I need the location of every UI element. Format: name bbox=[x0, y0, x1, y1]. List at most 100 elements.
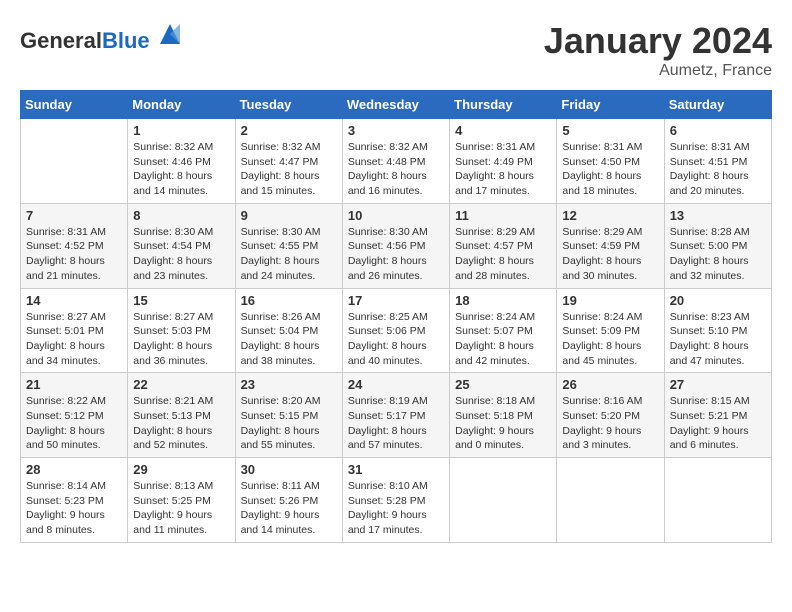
column-header-wednesday: Wednesday bbox=[342, 91, 449, 119]
day-info: Sunrise: 8:32 AMSunset: 4:46 PMDaylight:… bbox=[133, 140, 229, 199]
calendar-cell: 23Sunrise: 8:20 AMSunset: 5:15 PMDayligh… bbox=[235, 373, 342, 458]
calendar-cell: 4 Sunrise: 8:31 AMSunset: 4:49 PMDaylight… bbox=[450, 119, 557, 204]
calendar-cell: 7 Sunrise: 8:31 AMSunset: 4:52 PMDaylight… bbox=[21, 203, 128, 288]
day-number: 18 bbox=[455, 293, 551, 308]
calendar-cell: 11Sunrise: 8:29 AMSunset: 4:57 PMDayligh… bbox=[450, 203, 557, 288]
day-number: 19 bbox=[562, 293, 658, 308]
day-info: Sunrise: 8:13 AMSunset: 5:25 PMDaylight:… bbox=[133, 479, 229, 538]
calendar-table: SundayMondayTuesdayWednesdayThursdayFrid… bbox=[20, 90, 772, 543]
day-number: 17 bbox=[348, 293, 444, 308]
day-info: Sunrise: 8:27 AMSunset: 5:01 PMDaylight:… bbox=[26, 310, 122, 369]
calendar-cell bbox=[664, 458, 771, 543]
day-info: Sunrise: 8:30 AMSunset: 4:56 PMDaylight:… bbox=[348, 225, 444, 284]
location-title: Aumetz, France bbox=[544, 62, 772, 80]
day-number: 25 bbox=[455, 377, 551, 392]
calendar-cell: 30 Sunrise: 8:11 AMSunset: 5:26 PMDayligh… bbox=[235, 458, 342, 543]
day-number: 12 bbox=[562, 208, 658, 223]
day-number: 3 bbox=[348, 123, 444, 138]
calendar-cell: 2Sunrise: 8:32 AMSunset: 4:47 PMDaylight… bbox=[235, 119, 342, 204]
day-number: 21 bbox=[26, 377, 122, 392]
day-number: 4 bbox=[455, 123, 551, 138]
calendar-cell: 9 Sunrise: 8:30 AMSunset: 4:55 PMDaylight… bbox=[235, 203, 342, 288]
column-header-thursday: Thursday bbox=[450, 91, 557, 119]
calendar-cell: 10 Sunrise: 8:30 AMSunset: 4:56 PMDayligh… bbox=[342, 203, 449, 288]
day-info: Sunrise: 8:25 AMSunset: 5:06 PMDaylight:… bbox=[348, 310, 444, 369]
day-number: 7 bbox=[26, 208, 122, 223]
day-number: 26 bbox=[562, 377, 658, 392]
day-number: 30 bbox=[241, 462, 337, 477]
day-info: Sunrise: 8:21 AMSunset: 5:13 PMDaylight:… bbox=[133, 394, 229, 453]
day-info: Sunrise: 8:10 AMSunset: 5:28 PMDaylight:… bbox=[348, 479, 444, 538]
day-info: Sunrise: 8:30 AMSunset: 4:54 PMDaylight:… bbox=[133, 225, 229, 284]
calendar-cell: 18 Sunrise: 8:24 AMSunset: 5:07 PMDayligh… bbox=[450, 288, 557, 373]
day-info: Sunrise: 8:16 AMSunset: 5:20 PMDaylight:… bbox=[562, 394, 658, 453]
day-number: 16 bbox=[241, 293, 337, 308]
calendar-cell bbox=[450, 458, 557, 543]
calendar-cell: 6 Sunrise: 8:31 AMSunset: 4:51 PMDaylight… bbox=[664, 119, 771, 204]
column-header-monday: Monday bbox=[128, 91, 235, 119]
week-row-5: 28 Sunrise: 8:14 AMSunset: 5:23 PMDayligh… bbox=[21, 458, 772, 543]
logo-icon bbox=[156, 20, 184, 48]
day-info: Sunrise: 8:14 AMSunset: 5:23 PMDaylight:… bbox=[26, 479, 122, 538]
logo-text: GeneralBlue bbox=[20, 20, 184, 54]
day-info: Sunrise: 8:31 AMSunset: 4:52 PMDaylight:… bbox=[26, 225, 122, 284]
day-info: Sunrise: 8:31 AMSunset: 4:51 PMDaylight:… bbox=[670, 140, 766, 199]
calendar-cell: 24Sunrise: 8:19 AMSunset: 5:17 PMDayligh… bbox=[342, 373, 449, 458]
day-info: Sunrise: 8:24 AMSunset: 5:07 PMDaylight:… bbox=[455, 310, 551, 369]
day-info: Sunrise: 8:26 AMSunset: 5:04 PMDaylight:… bbox=[241, 310, 337, 369]
day-number: 14 bbox=[26, 293, 122, 308]
calendar-cell: 12Sunrise: 8:29 AMSunset: 4:59 PMDayligh… bbox=[557, 203, 664, 288]
calendar-cell: 8 Sunrise: 8:30 AMSunset: 4:54 PMDaylight… bbox=[128, 203, 235, 288]
day-number: 9 bbox=[241, 208, 337, 223]
day-info: Sunrise: 8:23 AMSunset: 5:10 PMDaylight:… bbox=[670, 310, 766, 369]
day-number: 23 bbox=[241, 377, 337, 392]
day-info: Sunrise: 8:32 AMSunset: 4:48 PMDaylight:… bbox=[348, 140, 444, 199]
day-number: 29 bbox=[133, 462, 229, 477]
calendar-cell: 26 Sunrise: 8:16 AMSunset: 5:20 PMDayligh… bbox=[557, 373, 664, 458]
day-number: 1 bbox=[133, 123, 229, 138]
day-info: Sunrise: 8:30 AMSunset: 4:55 PMDaylight:… bbox=[241, 225, 337, 284]
week-row-1: 1 Sunrise: 8:32 AMSunset: 4:46 PMDaylight… bbox=[21, 119, 772, 204]
day-number: 2 bbox=[241, 123, 337, 138]
calendar-cell: 15 Sunrise: 8:27 AMSunset: 5:03 PMDayligh… bbox=[128, 288, 235, 373]
day-info: Sunrise: 8:11 AMSunset: 5:26 PMDaylight:… bbox=[241, 479, 337, 538]
calendar-cell: 13 Sunrise: 8:28 AMSunset: 5:00 PMDayligh… bbox=[664, 203, 771, 288]
day-info: Sunrise: 8:19 AMSunset: 5:17 PMDaylight:… bbox=[348, 394, 444, 453]
calendar-cell: 17 Sunrise: 8:25 AMSunset: 5:06 PMDayligh… bbox=[342, 288, 449, 373]
day-info: Sunrise: 8:28 AMSunset: 5:00 PMDaylight:… bbox=[670, 225, 766, 284]
day-number: 8 bbox=[133, 208, 229, 223]
calendar-cell: 25 Sunrise: 8:18 AMSunset: 5:18 PMDayligh… bbox=[450, 373, 557, 458]
header-row: SundayMondayTuesdayWednesdayThursdayFrid… bbox=[21, 91, 772, 119]
calendar-cell: 3 Sunrise: 8:32 AMSunset: 4:48 PMDaylight… bbox=[342, 119, 449, 204]
calendar-cell: 27Sunrise: 8:15 AMSunset: 5:21 PMDayligh… bbox=[664, 373, 771, 458]
day-number: 6 bbox=[670, 123, 766, 138]
day-info: Sunrise: 8:27 AMSunset: 5:03 PMDaylight:… bbox=[133, 310, 229, 369]
calendar-cell bbox=[21, 119, 128, 204]
calendar-cell: 5Sunrise: 8:31 AMSunset: 4:50 PMDaylight… bbox=[557, 119, 664, 204]
day-number: 5 bbox=[562, 123, 658, 138]
calendar-cell: 14 Sunrise: 8:27 AMSunset: 5:01 PMDayligh… bbox=[21, 288, 128, 373]
week-row-3: 14 Sunrise: 8:27 AMSunset: 5:01 PMDayligh… bbox=[21, 288, 772, 373]
calendar-cell: 21Sunrise: 8:22 AMSunset: 5:12 PMDayligh… bbox=[21, 373, 128, 458]
day-info: Sunrise: 8:15 AMSunset: 5:21 PMDaylight:… bbox=[670, 394, 766, 453]
day-info: Sunrise: 8:24 AMSunset: 5:09 PMDaylight:… bbox=[562, 310, 658, 369]
calendar-cell: 20Sunrise: 8:23 AMSunset: 5:10 PMDayligh… bbox=[664, 288, 771, 373]
day-number: 28 bbox=[26, 462, 122, 477]
day-number: 15 bbox=[133, 293, 229, 308]
calendar-cell: 19 Sunrise: 8:24 AMSunset: 5:09 PMDayligh… bbox=[557, 288, 664, 373]
title-block: January 2024 Aumetz, France bbox=[544, 20, 772, 80]
day-info: Sunrise: 8:18 AMSunset: 5:18 PMDaylight:… bbox=[455, 394, 551, 453]
calendar-cell: 22 Sunrise: 8:21 AMSunset: 5:13 PMDayligh… bbox=[128, 373, 235, 458]
week-row-2: 7 Sunrise: 8:31 AMSunset: 4:52 PMDaylight… bbox=[21, 203, 772, 288]
day-number: 22 bbox=[133, 377, 229, 392]
calendar-cell: 29 Sunrise: 8:13 AMSunset: 5:25 PMDayligh… bbox=[128, 458, 235, 543]
day-number: 13 bbox=[670, 208, 766, 223]
day-number: 11 bbox=[455, 208, 551, 223]
calendar-cell bbox=[557, 458, 664, 543]
logo-general: General bbox=[20, 28, 102, 53]
day-number: 10 bbox=[348, 208, 444, 223]
calendar-cell: 28 Sunrise: 8:14 AMSunset: 5:23 PMDayligh… bbox=[21, 458, 128, 543]
logo: GeneralBlue bbox=[20, 20, 184, 54]
day-info: Sunrise: 8:31 AMSunset: 4:49 PMDaylight:… bbox=[455, 140, 551, 199]
logo-blue: Blue bbox=[102, 28, 150, 53]
